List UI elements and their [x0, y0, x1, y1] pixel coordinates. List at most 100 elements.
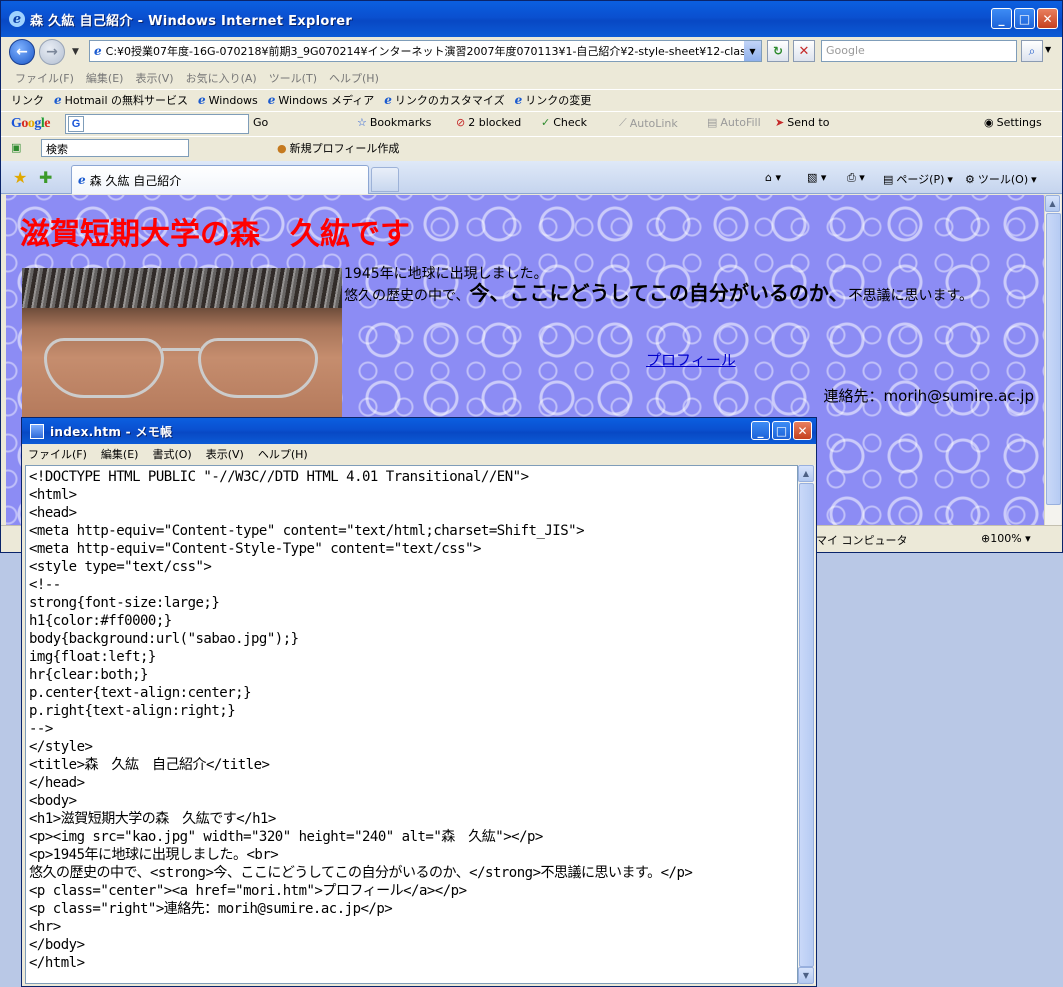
tab-title: 森 久紘 自己紹介: [89, 173, 182, 188]
bookmarks-button[interactable]: ☆ Bookmarks: [357, 116, 431, 129]
search-toolbar: ▣ 検索 ● 新規プロフィール作成: [1, 136, 1062, 158]
maximize-button[interactable]: □: [1014, 8, 1035, 29]
menu-edit[interactable]: 編集(E): [86, 70, 124, 86]
menu-favorites[interactable]: お気に入り(A): [186, 70, 257, 86]
scroll-thumb[interactable]: [1046, 213, 1061, 505]
notepad-menu-format[interactable]: 書式(O): [152, 446, 191, 462]
photo-glasses-right: [198, 338, 318, 398]
back-button[interactable]: ←: [9, 39, 35, 65]
link-hotmail[interactable]: e Hotmail の無料サービス: [54, 92, 188, 108]
search-icon[interactable]: ⌕: [1021, 40, 1043, 62]
link-windows[interactable]: e Windows: [198, 93, 258, 107]
new-tab-button[interactable]: [371, 167, 399, 192]
notepad-scrollbar[interactable]: ▲ ▼: [798, 465, 815, 984]
intro-line-2-post: 不思議に思います。: [848, 288, 974, 304]
ie-page-icon: e: [267, 93, 276, 107]
google-go-button[interactable]: Go: [253, 116, 268, 129]
notepad-close-button[interactable]: ✕: [793, 421, 812, 440]
notepad-menu-edit[interactable]: 編集(E): [101, 446, 139, 462]
autolink-button[interactable]: ⟋ AutoLink: [619, 116, 678, 130]
notepad-scroll-thumb[interactable]: [799, 483, 814, 967]
ie-page-icon: e: [384, 93, 392, 107]
scroll-up-icon[interactable]: ▲: [1045, 195, 1060, 212]
ie-title-bar[interactable]: e 森 久紘 自己紹介 - Windows Internet Explorer …: [1, 1, 1062, 37]
google-toolbar: Google G Go ☆ Bookmarks ⊘ 2 blocked ✓ Check…: [1, 111, 1062, 135]
ie-app-icon: e: [9, 11, 25, 27]
favorites-star-icon[interactable]: ★: [13, 168, 27, 187]
ie-page-icon: e: [78, 173, 86, 187]
notepad-text-area[interactable]: <!DOCTYPE HTML PUBLIC "-//W3C//DTD HTML …: [25, 465, 798, 984]
link-windows-media[interactable]: e Windows メディア: [268, 92, 374, 108]
form-icon: ▤: [707, 116, 718, 129]
send-to-button[interactable]: ➤ Send to: [775, 116, 829, 129]
search-dropdown-icon[interactable]: ▼: [1045, 45, 1051, 54]
google-settings-button[interactable]: ◉ Settings: [984, 116, 1042, 129]
page-menu-icon: ▤: [883, 172, 894, 186]
star-icon: ☆: [357, 116, 367, 129]
ie-window-title: 森 久紘 自己紹介 - Windows Internet Explorer: [30, 13, 353, 29]
profile-link[interactable]: プロフィール: [646, 349, 736, 370]
page-scrollbar[interactable]: ▲: [1044, 195, 1061, 525]
notepad-icon: [30, 423, 44, 439]
menu-tools[interactable]: ツール(T): [269, 70, 317, 86]
spellcheck-button[interactable]: ✓ Check: [541, 116, 587, 129]
notepad-menu-bar: ファイル(F) 編集(E) 書式(O) 表示(V) ヘルプ(H): [22, 444, 816, 464]
notepad-minimize-button[interactable]: _: [751, 421, 770, 440]
page-icon: e: [94, 44, 102, 58]
toolbar-search-input[interactable]: 検索: [41, 139, 189, 157]
notepad-title: index.htm - メモ帳: [50, 424, 173, 439]
notepad-menu-file[interactable]: ファイル(F): [28, 446, 87, 462]
new-profile-button[interactable]: ● 新規プロフィール作成: [277, 140, 399, 156]
address-text: C:¥0授業07年度-16G-070218¥前期3_9G070214¥インターネ…: [105, 45, 762, 58]
tab-bar: ★ ✚ e 森 久紘 自己紹介 ⌂ ▾ ▧ ▾ ⎙ ▾ ▤ ページ(P) ▾ ⚙ ツ…: [1, 161, 1062, 194]
refresh-button[interactable]: ↻: [767, 40, 789, 62]
link-change[interactable]: e リンクの変更: [515, 92, 592, 108]
feeds-icon[interactable]: ▧ ▾: [807, 171, 826, 184]
links-bar: リンク e Hotmail の無料サービス e Windows e Windows メ…: [1, 89, 1062, 110]
photo-glasses-bridge: [162, 348, 200, 351]
link-customize[interactable]: e リンクのカスタマイズ: [384, 92, 504, 108]
toolbar-logo-icon: ▣: [11, 141, 22, 154]
google-g-icon: G: [68, 116, 84, 132]
notepad-menu-view[interactable]: 表示(V): [206, 446, 244, 462]
settings-icon: ◉: [984, 116, 994, 129]
notepad-source: <!DOCTYPE HTML PUBLIC "-//W3C//DTD HTML …: [29, 469, 693, 971]
address-dropdown-icon[interactable]: ▼: [744, 41, 761, 61]
status-zone: マイ コンピュータ: [816, 534, 908, 547]
intro-paragraph: 1945年に地球に出現しました。 悠久の歴史の中で、今、ここにどうしてこの自分が…: [344, 265, 1034, 306]
search-input[interactable]: Google: [821, 40, 1017, 62]
tools-menu-button[interactable]: ⚙ ツール(O) ▾: [965, 171, 1037, 187]
notepad-title-bar[interactable]: index.htm - メモ帳 _ □ ✕: [22, 418, 816, 444]
page-menu-button[interactable]: ▤ ページ(P) ▾: [883, 171, 953, 187]
notepad-scroll-down-icon[interactable]: ▼: [798, 967, 814, 984]
profile-photo: [22, 268, 342, 418]
address-input[interactable]: e C:¥0授業07年度-16G-070218¥前期3_9G070214¥インタ…: [89, 40, 762, 62]
autofill-button[interactable]: ▤ AutoFill: [707, 116, 761, 129]
contact-text: 連絡先：morih@sumire.ac.jp: [823, 387, 1034, 405]
zoom-control[interactable]: ⊕100% ▾: [981, 532, 1031, 545]
tab-current[interactable]: e 森 久紘 自己紹介: [71, 165, 369, 194]
wand-icon: ⟋: [619, 116, 627, 129]
home-icon[interactable]: ⌂ ▾: [765, 171, 781, 184]
menu-view[interactable]: 表示(V): [135, 70, 173, 86]
menu-file[interactable]: ファイル(F): [15, 70, 74, 86]
intro-line-2-pre: 悠久の歴史の中で、: [344, 288, 470, 304]
google-search-input[interactable]: G: [65, 114, 249, 134]
forward-button[interactable]: →: [39, 39, 65, 65]
notepad-menu-help[interactable]: ヘルプ(H): [258, 446, 308, 462]
popup-blocked-button[interactable]: ⊘ 2 blocked: [456, 116, 521, 129]
notepad-window: index.htm - メモ帳 _ □ ✕ ファイル(F) 編集(E) 書式(O…: [21, 417, 817, 987]
notepad-scroll-up-icon[interactable]: ▲: [798, 465, 814, 482]
links-label: リンク: [11, 94, 44, 107]
photo-glasses-left: [44, 338, 164, 398]
close-button[interactable]: ✕: [1037, 8, 1058, 29]
ie-page-icon: e: [198, 93, 206, 107]
print-icon[interactable]: ⎙ ▾: [847, 171, 865, 185]
menu-bar: ファイル(F) 編集(E) 表示(V) お気に入り(A) ツール(T) ヘルプ(…: [1, 68, 1062, 88]
minimize-button[interactable]: _: [991, 8, 1012, 29]
add-favorite-icon[interactable]: ✚: [39, 168, 52, 187]
stop-button[interactable]: ✕: [793, 40, 815, 62]
notepad-maximize-button[interactable]: □: [772, 421, 791, 440]
menu-help[interactable]: ヘルプ(H): [329, 70, 379, 86]
history-dropdown-icon[interactable]: ▼: [69, 47, 82, 57]
